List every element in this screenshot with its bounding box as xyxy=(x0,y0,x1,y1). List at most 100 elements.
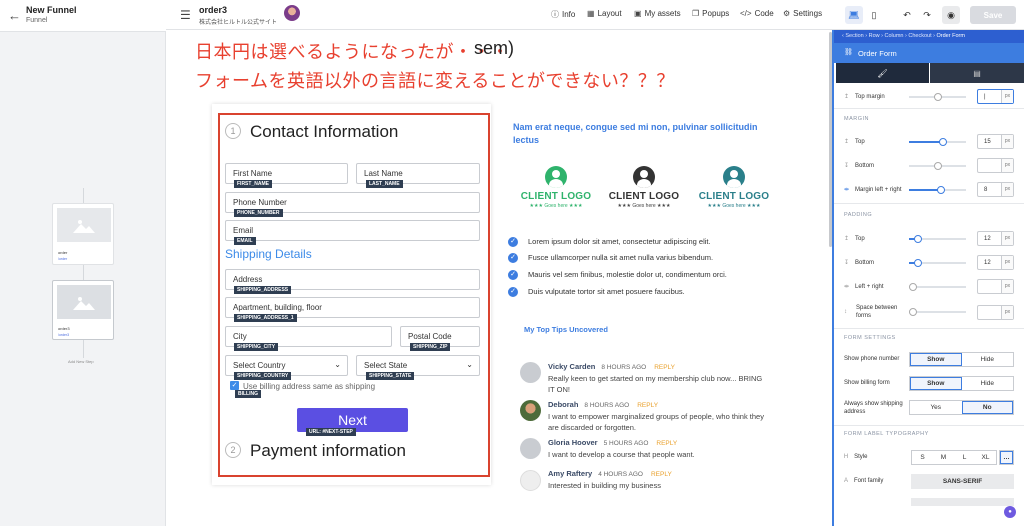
menu-icon[interactable]: ☰ xyxy=(180,8,191,22)
add-step-button[interactable]: Add New Step xyxy=(68,359,94,364)
breadcrumb-item[interactable]: Checkout xyxy=(908,33,931,39)
funnel-step-order[interactable]: order /order xyxy=(52,203,114,265)
undo-icon: ↶ xyxy=(903,9,911,20)
popups-button[interactable]: ❐ Popups xyxy=(692,9,729,18)
page-title: order3 xyxy=(199,5,228,15)
hide-option[interactable]: Hide xyxy=(962,377,1014,390)
space-between-slider[interactable] xyxy=(909,308,966,316)
preview-button[interactable]: ◉ xyxy=(942,6,960,24)
yes-option[interactable]: Yes xyxy=(910,401,962,414)
typography-section-title: FORM LABEL TYPOGRAPHY xyxy=(844,431,929,437)
annotation-line-2: フォームを英語以外の言語に変えることができない？？？ xyxy=(195,71,675,91)
padding-top-slider[interactable] xyxy=(909,235,966,243)
funnel-step-order3[interactable]: order3 /order3 xyxy=(52,280,114,340)
unit-label: px xyxy=(1001,159,1013,172)
size-m[interactable]: M xyxy=(933,451,954,464)
top-margin-input[interactable]: | px xyxy=(977,89,1014,104)
margin-top-input[interactable]: 15 px xyxy=(977,134,1014,149)
step-link[interactable]: /order3 xyxy=(58,333,69,337)
slider-knob[interactable] xyxy=(914,259,922,267)
size-l[interactable]: L xyxy=(954,451,975,464)
info-button[interactable]: ⓘ Info xyxy=(551,9,575,20)
undo-button[interactable]: ↶ xyxy=(898,6,916,24)
comment-text: I want to develop a course that people w… xyxy=(548,450,695,459)
desktop-view-button[interactable]: 💻︎ xyxy=(845,6,863,24)
show-phone-toggle[interactable]: Show Hide xyxy=(909,352,1014,367)
hide-option[interactable]: Hide xyxy=(962,353,1014,366)
unit-label: px xyxy=(1001,306,1013,319)
save-button[interactable]: Save xyxy=(970,6,1016,24)
help-chat-button[interactable]: ● xyxy=(1004,506,1016,518)
popups-label: Popups xyxy=(702,9,730,18)
show-option[interactable]: Show xyxy=(910,377,962,390)
breadcrumb-item[interactable]: Column xyxy=(885,33,904,39)
margin-lr-input[interactable]: 8 px xyxy=(977,182,1014,197)
back-arrow-icon[interactable]: ← xyxy=(8,8,21,23)
settings-button[interactable]: ⚙ Settings xyxy=(783,9,822,18)
checklist-item: ✓ Mauris vel sem finibus, molestie dolor … xyxy=(508,270,727,281)
slider-knob[interactable] xyxy=(914,235,922,243)
slider-knob[interactable] xyxy=(937,186,945,194)
padding-top-input[interactable]: 12 px xyxy=(977,231,1014,246)
padding-bottom-input[interactable]: 12 px xyxy=(977,255,1014,270)
margin-bottom-slider[interactable] xyxy=(909,162,966,170)
reply-link[interactable]: REPLY xyxy=(637,402,658,409)
tab-advanced[interactable]: ▤ xyxy=(930,63,1024,83)
breadcrumb-item[interactable]: Section xyxy=(845,33,863,39)
billing-checkbox[interactable]: ✓ xyxy=(230,381,239,390)
more-sizes-button[interactable]: … xyxy=(999,450,1014,465)
comment-time: 4 HOURS AGO xyxy=(598,471,643,478)
padding-lr-slider[interactable] xyxy=(909,283,966,291)
user-icon xyxy=(723,166,745,188)
email-field[interactable]: Email xyxy=(225,220,480,241)
my-assets-button[interactable]: ▣ My assets xyxy=(634,9,681,18)
step-title: order xyxy=(58,250,68,255)
margin-top-slider[interactable] xyxy=(909,138,966,146)
checklist-text: Duis vulputate tortor sit amet posuere f… xyxy=(528,287,685,296)
client-logo: CLIENT LOGO ★★★ Goes here ★★★ xyxy=(608,166,680,209)
slider-knob[interactable] xyxy=(909,283,917,291)
user-icon xyxy=(545,166,567,188)
space-between-input[interactable]: px xyxy=(977,305,1014,320)
padding-lr-input[interactable]: px xyxy=(977,279,1014,294)
checklist-text: Fusce ullamcorper nulla sit amet nulla v… xyxy=(528,253,714,262)
tab-style[interactable]: 🖌︎ xyxy=(836,63,929,83)
checkmark-icon: ✓ xyxy=(508,237,518,248)
show-option[interactable]: Show xyxy=(910,353,962,366)
step-link[interactable]: /order xyxy=(58,257,67,261)
always-shipping-toggle[interactable]: Yes No xyxy=(909,400,1014,415)
mobile-view-button[interactable]: ▯ xyxy=(865,6,883,24)
show-billing-label: Show billing form xyxy=(844,380,890,386)
slider-knob[interactable] xyxy=(934,162,942,170)
avatar[interactable] xyxy=(284,5,300,21)
redo-button[interactable]: ↷ xyxy=(918,6,936,24)
comment-header: Amy Raftery 4 HOURS AGO REPLY xyxy=(548,469,672,478)
code-button[interactable]: </> Code xyxy=(740,9,774,18)
font-family-select[interactable]: SANS-SERIF xyxy=(911,474,1014,489)
reply-link[interactable]: REPLY xyxy=(651,471,672,478)
slider-knob[interactable] xyxy=(939,138,947,146)
funnel-header: ← New Funnel Funnel xyxy=(0,0,166,32)
arrow-up-icon: ↥ xyxy=(844,94,850,100)
no-option[interactable]: No xyxy=(961,401,1013,414)
show-billing-toggle[interactable]: Show Hide xyxy=(909,376,1014,391)
field-tag: SHIPPING_COUNTRY xyxy=(234,372,292,380)
size-s[interactable]: S xyxy=(912,451,933,464)
image-placeholder-icon xyxy=(73,297,95,310)
breadcrumb-item[interactable]: Row xyxy=(869,33,880,39)
margin-bottom-input[interactable]: px xyxy=(977,158,1014,173)
top-margin-slider[interactable] xyxy=(909,93,966,101)
size-selector[interactable]: S M L XL xyxy=(911,450,997,465)
size-xl[interactable]: XL xyxy=(975,451,996,464)
layout-button[interactable]: ▦ Layout xyxy=(587,9,622,18)
reply-link[interactable]: REPLY xyxy=(656,440,677,447)
margin-lr-slider[interactable] xyxy=(909,186,966,194)
slider-knob[interactable] xyxy=(934,93,942,101)
step-title: order3 xyxy=(58,326,70,331)
show-phone-label: Show phone number xyxy=(844,356,900,362)
next-setting-row[interactable] xyxy=(911,498,1014,506)
reply-link[interactable]: REPLY xyxy=(654,364,675,371)
field-tag: FIRST_NAME xyxy=(234,180,272,188)
slider-knob[interactable] xyxy=(909,308,917,316)
padding-bottom-slider[interactable] xyxy=(909,259,966,267)
